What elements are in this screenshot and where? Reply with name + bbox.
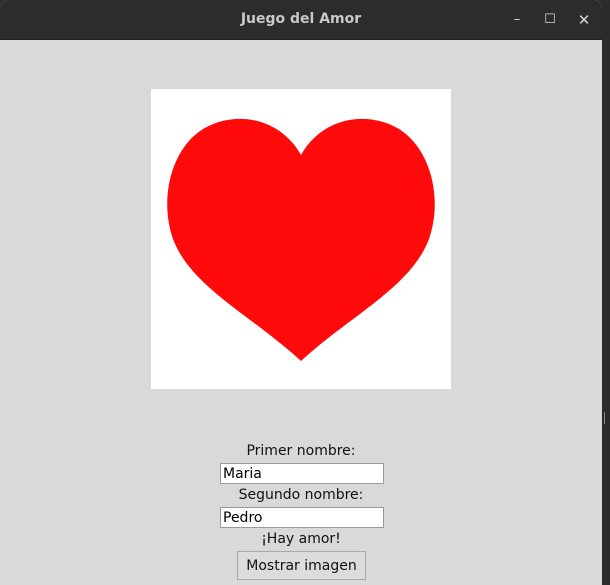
second-name-label: Segundo nombre: xyxy=(238,487,364,503)
result-label: ¡Hay amor! xyxy=(261,531,341,547)
first-name-label: Primer nombre: xyxy=(246,443,356,459)
close-icon[interactable]: ✕ xyxy=(575,11,593,29)
second-name-input[interactable] xyxy=(220,507,384,528)
heart-drawing xyxy=(167,118,435,361)
show-image-button[interactable]: Mostrar imagen xyxy=(237,551,366,580)
title-bar[interactable]: Juego del Amor – ☐ ✕ xyxy=(0,0,602,40)
desktop-edge-mark xyxy=(604,412,610,424)
heart-canvas xyxy=(151,89,451,389)
heart-icon xyxy=(167,118,435,361)
first-name-input[interactable] xyxy=(220,463,384,484)
minimize-icon[interactable]: – xyxy=(508,11,526,29)
desktop-edge xyxy=(602,0,610,585)
app-window: Juego del Amor – ☐ ✕ Primer nombre: Segu… xyxy=(0,0,602,585)
maximize-icon[interactable]: ☐ xyxy=(541,11,559,29)
